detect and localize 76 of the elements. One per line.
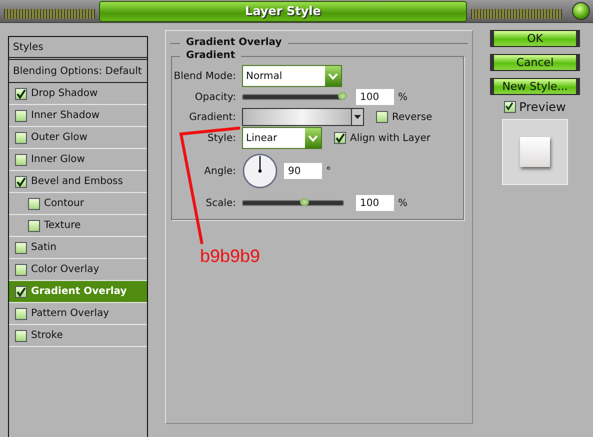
dropdown[interactable]: Linear: [242, 127, 322, 149]
list-header: Styles: [9, 37, 147, 60]
slider[interactable]: [242, 94, 344, 100]
checkbox[interactable]: [28, 198, 40, 210]
item-label: Contour: [44, 198, 84, 209]
annotation-text: b9b9b9: [200, 246, 260, 267]
checkbox[interactable]: [15, 176, 27, 188]
checkbox[interactable]: [376, 111, 388, 123]
list-item[interactable]: Satin: [9, 237, 147, 259]
dialog-button[interactable]: New Style...: [490, 78, 580, 95]
chevron-down-icon: [328, 72, 338, 80]
item-label: Outer Glow: [31, 132, 88, 143]
item-label: Drop Shadow: [31, 88, 98, 99]
field-label: Blend Mode:: [172, 70, 236, 82]
number-field[interactable]: 100: [356, 195, 394, 211]
dialog-button[interactable]: Cancel: [490, 54, 580, 71]
dialog-button[interactable]: OK: [490, 30, 580, 47]
chevron-down-icon: [308, 134, 318, 142]
item-label: Blending Options: Default: [13, 66, 142, 76]
checkbox[interactable]: [15, 330, 27, 342]
section-title: Gradient Overlay: [180, 37, 288, 48]
field-label: Style:: [206, 132, 236, 144]
checkbox-label: Reverse: [392, 112, 432, 122]
unit-label: %: [398, 92, 408, 102]
list-item[interactable]: Texture: [9, 215, 147, 237]
list-item[interactable]: Drop Shadow: [9, 83, 147, 105]
checkbox[interactable]: [28, 220, 40, 232]
list-item[interactable]: Bevel and Emboss: [9, 171, 147, 193]
field-label: Opacity:: [194, 92, 236, 102]
unit-label: %: [398, 198, 408, 208]
item-label: Texture: [44, 220, 81, 231]
item-label: Stroke: [31, 330, 63, 341]
item-label: Gradient Overlay: [31, 286, 127, 297]
field-label: Scale:: [204, 198, 236, 208]
angle-dial[interactable]: [242, 153, 278, 189]
item-label: Pattern Overlay: [31, 308, 110, 319]
group-title: Gradient: [180, 50, 242, 61]
checkbox[interactable]: [504, 101, 516, 113]
slider[interactable]: [242, 200, 344, 206]
number-field[interactable]: 100: [356, 89, 394, 105]
item-label: Inner Shadow: [31, 110, 100, 121]
checkbox[interactable]: [15, 88, 27, 100]
slider-thumb[interactable]: [338, 92, 347, 100]
unit-label: °: [326, 166, 331, 176]
dropdown[interactable]: Normal: [242, 65, 342, 87]
list-item[interactable]: Contour: [9, 193, 147, 215]
checkbox-label: Preview: [519, 100, 566, 114]
checkbox[interactable]: [15, 286, 27, 298]
item-label: Color Overlay: [31, 264, 100, 275]
list-item[interactable]: Inner Glow: [9, 149, 147, 171]
checkbox[interactable]: [15, 264, 27, 276]
preview-swatch: [520, 137, 550, 167]
checkbox[interactable]: [15, 308, 27, 320]
close-button[interactable]: [572, 2, 590, 20]
gradient-picker[interactable]: [242, 108, 364, 126]
list-item[interactable]: Gradient Overlay: [9, 281, 147, 303]
window-title: Layer Style: [99, 0, 467, 22]
checkbox[interactable]: [15, 132, 27, 144]
list-item[interactable]: Outer Glow: [9, 127, 147, 149]
field-label: Angle:: [203, 166, 236, 176]
list-item[interactable]: Blending Options: Default: [9, 60, 147, 83]
field-label: Gradient:: [188, 112, 236, 122]
item-label: Satin: [31, 242, 57, 253]
checkbox-label: Align with Layer: [350, 132, 431, 144]
checkbox[interactable]: [15, 154, 27, 166]
caret-icon: [354, 115, 361, 119]
list-item[interactable]: Inner Shadow: [9, 105, 147, 127]
item-label: Bevel and Emboss: [31, 176, 123, 187]
list-item[interactable]: Stroke: [9, 325, 147, 347]
list-item[interactable]: Pattern Overlay: [9, 303, 147, 325]
checkbox[interactable]: [15, 242, 27, 254]
slider-thumb[interactable]: [300, 198, 309, 206]
checkbox[interactable]: [15, 110, 27, 122]
checkbox[interactable]: [334, 132, 346, 144]
number-field[interactable]: 90: [284, 163, 322, 179]
item-label: Inner Glow: [31, 154, 85, 165]
